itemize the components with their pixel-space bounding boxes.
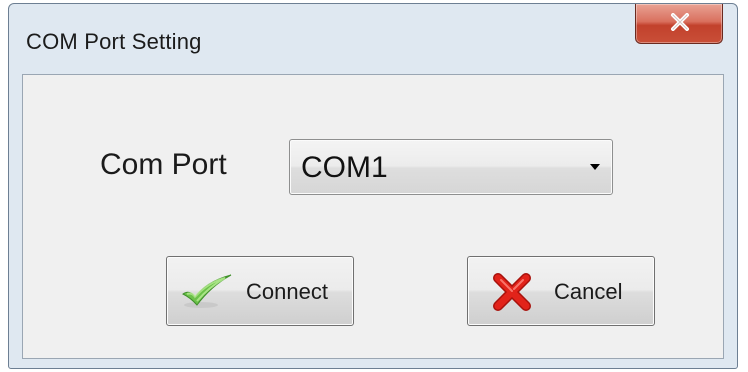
title-bar[interactable]: COM Port Setting: [9, 4, 737, 74]
red-x-icon: [493, 273, 531, 311]
checkmark-icon: [182, 274, 232, 308]
connect-button[interactable]: Connect: [166, 256, 354, 326]
close-button[interactable]: [635, 4, 723, 44]
dialog-content: Com Port COM1 Connect Cancel: [22, 74, 724, 359]
close-icon: [671, 13, 689, 31]
dropdown-arrow-icon: [590, 164, 600, 170]
com-port-selected-value: COM1: [301, 151, 388, 184]
window-title: COM Port Setting: [26, 29, 202, 54]
com-port-setting-dialog: COM Port Setting Com Port COM1 Connect C…: [8, 3, 738, 369]
com-port-dropdown[interactable]: COM1: [289, 139, 613, 195]
cancel-label: Cancel: [554, 279, 623, 304]
com-port-label: Com Port: [100, 148, 227, 181]
connect-label: Connect: [246, 279, 328, 304]
cancel-button[interactable]: Cancel: [467, 256, 655, 326]
